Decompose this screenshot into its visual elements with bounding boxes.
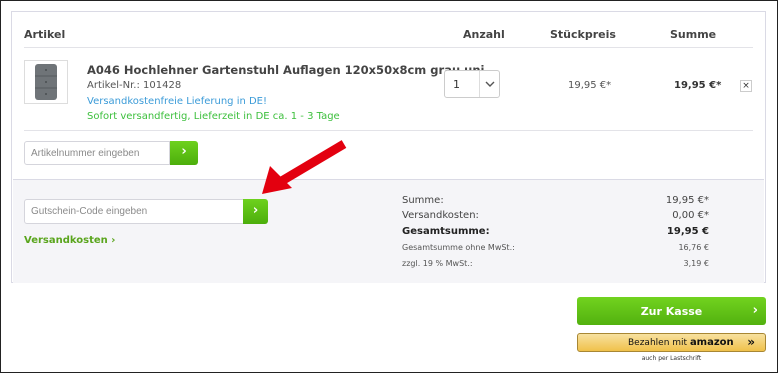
- row-total: 19,95 €*: [674, 80, 722, 91]
- amazon-pay-prefix: Bezahlen mit: [628, 338, 688, 348]
- amazon-pay-button[interactable]: Bezahlen mit amazon »: [577, 333, 766, 352]
- summary-net-value: 16,76 €: [678, 243, 709, 252]
- product-title[interactable]: A046 Hochlehner Gartenstuhl Auflagen 120…: [87, 63, 484, 77]
- checkout-button[interactable]: Zur Kasse ›: [577, 297, 766, 325]
- voucher-code-input[interactable]: [24, 199, 244, 224]
- summary-section: [13, 179, 764, 283]
- product-thumbnail[interactable]: [24, 60, 68, 104]
- remove-item-button[interactable]: ×: [740, 80, 752, 92]
- column-header-anzahl: Anzahl: [463, 28, 505, 41]
- chevron-down-icon: [479, 71, 500, 97]
- amazon-pay-note: auch per Lastschrift: [641, 355, 702, 362]
- quantity-value: 1: [453, 78, 460, 91]
- article-number: Artikel-Nr.: 101428: [87, 80, 182, 91]
- redeem-voucher-button[interactable]: ›: [243, 199, 268, 224]
- quantity-select[interactable]: 1: [444, 70, 500, 98]
- column-header-summe: Summe: [670, 28, 717, 41]
- summary-shipping-value: 0,00 €*: [672, 210, 709, 221]
- checkout-label: Zur Kasse: [640, 305, 703, 318]
- add-article-button[interactable]: ›: [170, 141, 198, 165]
- summary-total-value: 19,95 €: [666, 226, 709, 237]
- summary-vat-label: zzgl. 19 % MwSt.:: [402, 259, 473, 268]
- summary-net-label: Gesamtsumme ohne MwSt.:: [402, 243, 515, 252]
- column-header-stueckpreis: Stückpreis: [550, 28, 616, 41]
- summary-vat-value: 3,19 €: [683, 259, 709, 268]
- article-number-input[interactable]: [24, 141, 170, 165]
- free-shipping-note: Versandkostenfreie Lieferung in DE!: [87, 96, 268, 107]
- header-divider: [24, 47, 753, 48]
- double-chevron-icon: »: [747, 335, 755, 349]
- cart-table: Artikel Anzahl Stückpreis Summe A046 Hoc…: [11, 11, 766, 283]
- summary-sum-value: 19,95 €*: [665, 195, 709, 206]
- row-divider: [24, 130, 753, 131]
- summary-total-label: Gesamtsumme:: [402, 226, 490, 237]
- summary-sum-label: Summe:: [402, 195, 444, 206]
- summary-shipping-label: Versandkosten:: [402, 210, 479, 221]
- column-header-artikel: Artikel: [24, 28, 66, 41]
- red-arrow-annotation: [262, 140, 347, 194]
- shipping-costs-link[interactable]: Versandkosten ›: [24, 235, 115, 246]
- delivery-time: Sofort versandfertig, Lieferzeit in DE c…: [87, 111, 340, 122]
- unit-price: 19,95 €*: [568, 80, 612, 91]
- amazon-logo-text: amazon: [689, 337, 734, 348]
- chevron-right-icon: ›: [752, 303, 758, 318]
